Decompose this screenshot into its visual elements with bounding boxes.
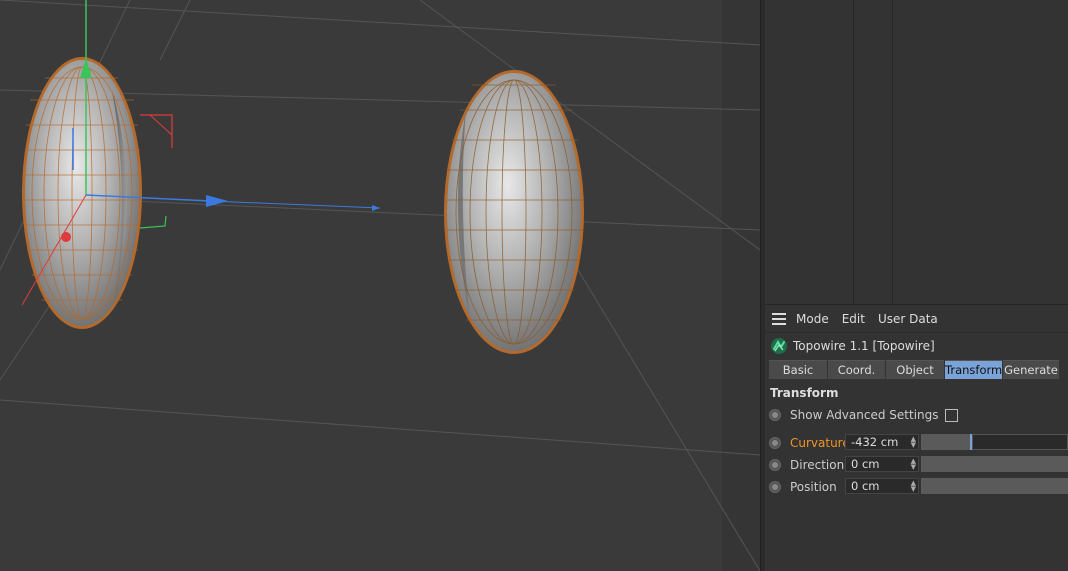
- keyframe-radio[interactable]: [769, 459, 781, 471]
- tab-generate[interactable]: Generate: [1003, 360, 1059, 379]
- topowire-icon: [771, 338, 787, 354]
- object-title: Topowire 1.1 [Topowire]: [770, 337, 935, 355]
- param-row-position: Position: [769, 478, 837, 496]
- attribute-tabs: Basic Coord. Object Transform Generate: [769, 360, 1060, 379]
- spinner-icon[interactable]: ▲ ▼: [911, 458, 916, 471]
- curvature-slider-track[interactable]: [972, 434, 1068, 450]
- column-divider: [892, 0, 893, 304]
- curvature-slider[interactable]: [921, 434, 971, 450]
- menu-edit[interactable]: Edit: [842, 312, 865, 326]
- tab-basic[interactable]: Basic: [769, 360, 827, 379]
- tab-object[interactable]: Object: [886, 360, 944, 379]
- keyframe-radio[interactable]: [769, 481, 781, 493]
- position-label: Position: [790, 480, 837, 494]
- tab-coord[interactable]: Coord.: [828, 360, 885, 379]
- object-manager[interactable]: [765, 0, 1068, 305]
- keyframe-radio[interactable]: [769, 409, 781, 421]
- direction-slider[interactable]: [921, 456, 1068, 472]
- show-advanced-checkbox[interactable]: [944, 408, 958, 422]
- direction-label: Direction: [790, 458, 845, 472]
- curvature-value: -432 cm: [851, 435, 899, 449]
- keyframe-radio[interactable]: [769, 437, 781, 449]
- menu-mode[interactable]: Mode: [796, 312, 829, 326]
- torus-left: [22, 57, 142, 329]
- curvature-label: Curvature: [790, 436, 850, 450]
- param-row-curvature: Curvature: [769, 434, 850, 452]
- position-slider[interactable]: [921, 478, 1068, 494]
- viewport-scene: [0, 0, 760, 571]
- column-divider: [853, 0, 854, 304]
- object-title-text: Topowire 1.1 [Topowire]: [793, 339, 935, 353]
- torus-right: [444, 70, 584, 354]
- direction-value: 0 cm: [851, 457, 880, 471]
- show-advanced-label: Show Advanced Settings: [790, 408, 939, 422]
- param-row-direction: Direction: [769, 456, 844, 474]
- attribute-menu-bar: Mode Edit User Data: [765, 306, 1068, 333]
- attribute-manager: Mode Edit User Data Topowire 1.1 [Topowi…: [765, 306, 1068, 571]
- spinner-icon[interactable]: ▲ ▼: [911, 436, 916, 449]
- position-value: 0 cm: [851, 479, 880, 493]
- tab-transform[interactable]: Transform: [945, 360, 1002, 379]
- section-title: Transform: [770, 386, 839, 400]
- position-field[interactable]: 0 cm ▲ ▼: [845, 478, 919, 494]
- menu-user-data[interactable]: User Data: [878, 312, 938, 326]
- curvature-field[interactable]: -432 cm ▲ ▼: [845, 434, 919, 450]
- hamburger-icon[interactable]: [772, 313, 786, 325]
- 3d-viewport[interactable]: [0, 0, 760, 571]
- spinner-icon[interactable]: ▲ ▼: [911, 480, 916, 493]
- direction-field[interactable]: 0 cm ▲ ▼: [845, 456, 919, 472]
- show-advanced-row: Show Advanced Settings: [769, 406, 958, 424]
